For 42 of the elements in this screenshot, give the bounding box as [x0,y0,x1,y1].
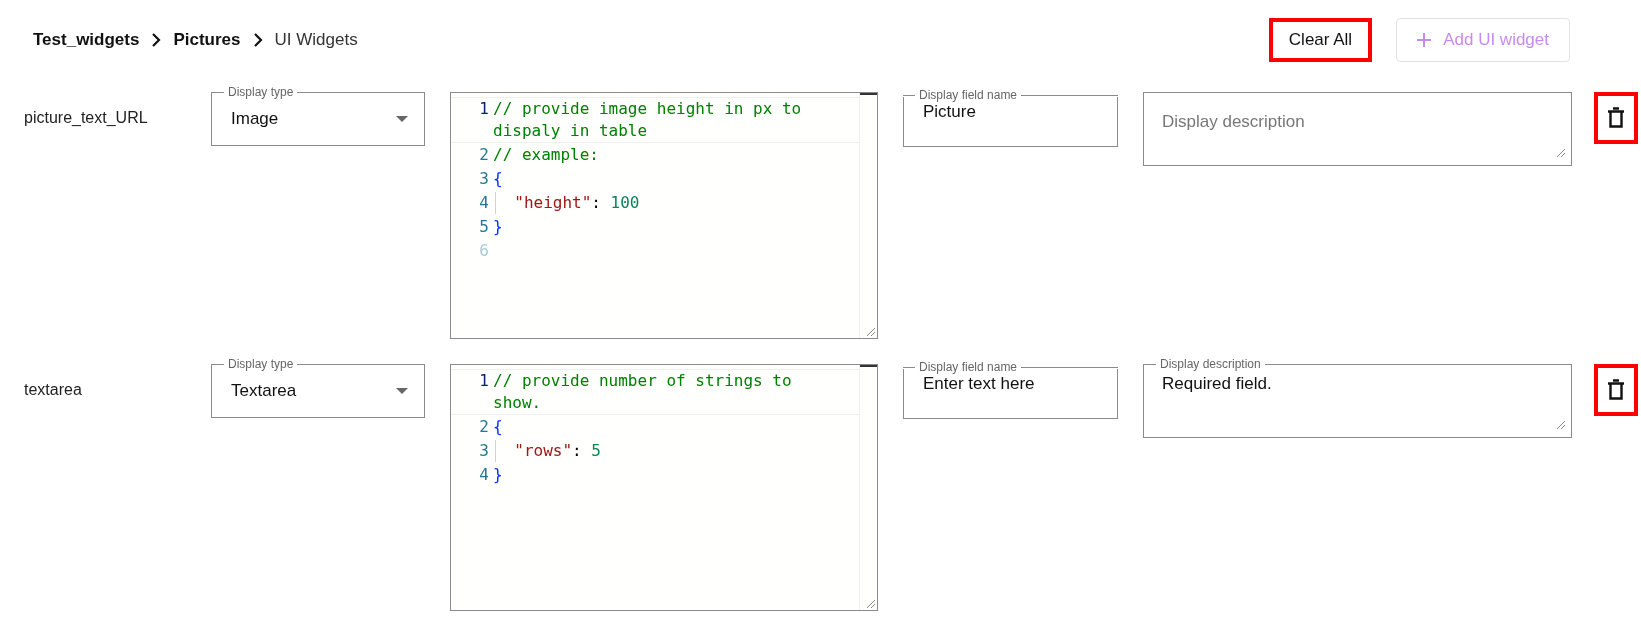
code-line: { [493,416,504,438]
field-label: Display description [1156,356,1265,372]
dropdown-caret-icon [396,388,408,394]
line-number: 2 [478,416,490,438]
delete-button[interactable] [1594,364,1638,416]
line-number: 4 [478,192,490,214]
line-number: 4 [478,464,490,486]
resize-handle-icon [1556,148,1565,157]
line-number: 5 [478,216,490,238]
plus-icon [1417,33,1432,47]
line-number: 2 [478,144,490,166]
resize-handle-icon [866,599,875,608]
breadcrumb-link[interactable]: Test_widgets [33,27,140,53]
delete-button[interactable] [1594,92,1638,144]
resize-handle-icon [1556,420,1565,429]
description-field[interactable]: Display description [1144,93,1571,165]
code-editor[interactable]: 1 // provide image height in px to dispaly in table 2 // example: 3 { 4 "height": 100 5 } 6 [450,92,878,339]
dropdown-caret-icon [396,116,408,122]
breadcrumb-link[interactable]: UI Widgets [274,27,358,53]
code-line: { [493,168,504,190]
field-label: Display type [224,356,298,372]
code-line: // example: [493,144,600,166]
field-label: Display type [224,84,298,100]
trash-icon [1607,379,1625,401]
line-number: 3 [478,440,490,462]
resize-handle-icon [866,327,875,336]
clear-all-button[interactable]: Clear All [1268,18,1373,62]
line-number: 1 [478,370,490,392]
code-line: // provide number of strings to show. [493,370,793,414]
code-line: // provide image height in px to dispaly in table [493,98,803,142]
chevron-right-icon [252,33,263,47]
widget-name: picture_text_URL [23,108,149,128]
code-editor[interactable]: 1 // provide number of strings to show. 2 { 3 "rows": 5 4 } [450,364,878,611]
line-number: 1 [478,98,490,120]
line-number: 6 [478,240,490,262]
code-line: } [493,216,504,238]
breadcrumb-link[interactable]: Pictures [173,27,241,53]
code-line: } [493,464,504,486]
widget-name: textarea [23,380,83,400]
chevron-right-icon [151,33,162,47]
line-number: 3 [478,168,490,190]
trash-icon [1607,107,1625,129]
